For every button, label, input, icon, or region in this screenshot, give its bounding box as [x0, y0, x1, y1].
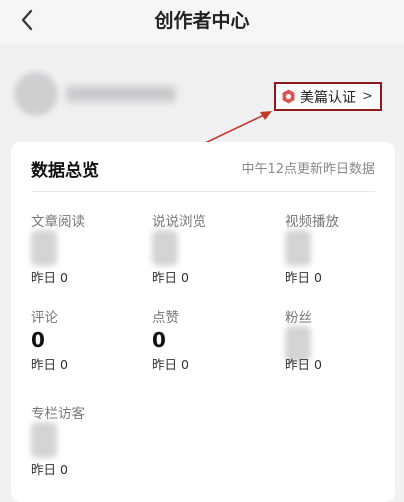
stat-yesterday: 昨日 0	[31, 357, 68, 372]
stat-value: 0	[152, 328, 166, 352]
stat-yesterday: 昨日 0	[31, 270, 68, 285]
update-note: 中午12点更新昨日数据	[241, 162, 375, 177]
stat-yesterday: 昨日 0	[31, 462, 68, 477]
stat-value-blurred	[152, 230, 178, 266]
stat-label: 视频播放	[285, 214, 339, 230]
stat-value-blurred	[285, 230, 311, 266]
page-title: 创作者中心	[154, 10, 250, 32]
divider	[31, 191, 375, 192]
chevron-right-icon: >	[362, 89, 373, 104]
stat-label: 说说浏览	[152, 214, 206, 230]
stat-value: 0	[31, 328, 45, 352]
stat-video-plays[interactable]: 视频播放 昨日 0	[285, 210, 395, 290]
stat-label: 评论	[31, 310, 58, 326]
stat-yesterday: 昨日 0	[285, 357, 322, 372]
stat-value-blurred	[31, 422, 57, 458]
section-title: 数据总览	[31, 161, 99, 181]
stat-yesterday: 昨日 0	[152, 270, 189, 285]
stat-label: 粉丝	[285, 310, 312, 326]
username-blurred	[66, 86, 176, 102]
stat-post-views[interactable]: 说说浏览 昨日 0	[152, 210, 262, 290]
stat-label: 点赞	[152, 310, 179, 326]
stat-article-reads[interactable]: 文章阅读 昨日 0	[31, 210, 141, 290]
stat-followers[interactable]: 粉丝 昨日 0	[285, 306, 395, 386]
avatar[interactable]	[14, 72, 58, 116]
certification-label: 美篇认证	[300, 89, 356, 106]
stat-label: 专栏访客	[31, 406, 85, 422]
stat-likes[interactable]: 点赞 0 昨日 0	[152, 306, 262, 386]
stat-column-visitors[interactable]: 专栏访客 昨日 0	[31, 402, 141, 482]
meipian-certification-button[interactable]: 美篇认证 >	[274, 82, 382, 111]
stat-value-blurred	[31, 230, 57, 266]
stat-label: 文章阅读	[31, 214, 85, 230]
badge-icon	[281, 89, 296, 104]
stat-yesterday: 昨日 0	[285, 270, 322, 285]
stat-comments[interactable]: 评论 0 昨日 0	[31, 306, 141, 386]
top-bar: 创作者中心	[0, 0, 404, 44]
data-overview-card: 数据总览 中午12点更新昨日数据 文章阅读 昨日 0 说说浏览 昨日 0 视频播…	[11, 142, 395, 502]
stat-yesterday: 昨日 0	[152, 357, 189, 372]
